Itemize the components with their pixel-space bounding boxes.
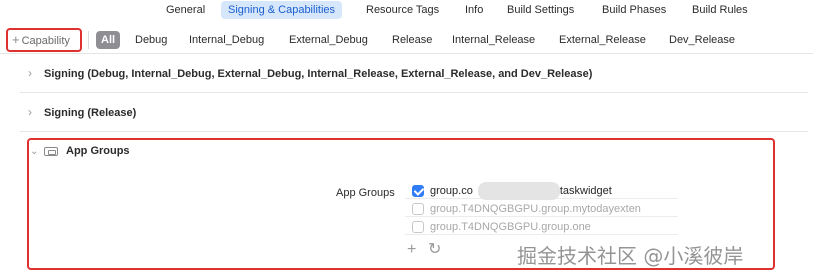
app-groups-icon <box>44 147 58 156</box>
filter-external-debug[interactable]: External_Debug <box>289 33 368 47</box>
tab-signing-capabilities[interactable]: Signing & Capabilities <box>221 1 343 19</box>
watermark: 掘金技术社区 @小溪彼岸 <box>517 244 744 268</box>
configuration-filter-bar: + Capability All Debug Internal_Debug Ext… <box>0 26 813 54</box>
filter-internal-release[interactable]: Internal_Release <box>452 33 535 47</box>
filter-external-release[interactable]: External_Release <box>559 33 646 47</box>
app-groups-field-label: App Groups <box>336 187 395 199</box>
section-title: Signing (Release) <box>44 107 137 119</box>
filter-debug[interactable]: Debug <box>135 33 167 47</box>
group-id: group.T4DNQGBGPU.group.one <box>430 221 591 233</box>
checkbox[interactable] <box>412 221 424 233</box>
editor-tab-bar: General Signing & Capabilities Resource … <box>0 0 813 20</box>
refresh-icon[interactable]: ↻ <box>428 241 441 259</box>
filter-release[interactable]: Release <box>392 33 432 47</box>
redaction-blur <box>478 182 560 200</box>
tab-info[interactable]: Info <box>465 1 483 19</box>
filter-dev-release[interactable]: Dev_Release <box>669 33 735 47</box>
tab-build-phases[interactable]: Build Phases <box>602 1 666 19</box>
filter-internal-debug[interactable]: Internal_Debug <box>189 33 264 47</box>
tab-resource-tags[interactable]: Resource Tags <box>366 1 439 19</box>
tab-general[interactable]: General <box>166 1 205 19</box>
plus-icon: + <box>12 32 20 47</box>
add-group-button[interactable]: + <box>407 241 416 259</box>
section-signing-all-configs[interactable]: › Signing (Debug, Internal_Debug, Extern… <box>20 56 808 93</box>
chevron-right-icon: › <box>28 66 32 80</box>
tab-build-rules[interactable]: Build Rules <box>692 1 748 19</box>
section-title: Signing (Debug, Internal_Debug, External… <box>44 68 593 80</box>
app-groups-title: App Groups <box>66 145 130 157</box>
chevron-right-icon: › <box>28 105 32 119</box>
filter-all[interactable]: All <box>96 31 121 49</box>
add-capability-button[interactable]: + Capability <box>6 28 82 52</box>
group-id-prefix: group.co <box>430 185 473 197</box>
section-signing-release[interactable]: › Signing (Release) <box>20 95 808 132</box>
group-id: group.T4DNQGBGPU.group.mytodayexten <box>430 203 641 215</box>
chevron-down-icon[interactable]: ⌄ <box>30 146 38 157</box>
group-id-suffix: .taskwidget <box>556 185 612 197</box>
checkbox[interactable] <box>412 203 424 215</box>
divider <box>88 31 89 49</box>
tab-build-settings[interactable]: Build Settings <box>507 1 574 19</box>
checkbox[interactable] <box>412 185 424 197</box>
list-item: group.T4DNQGBGPU.group.mytodayexten <box>405 200 678 217</box>
add-capability-label: Capability <box>21 35 70 47</box>
list-item: group.T4DNQGBGPU.group.one <box>405 218 678 235</box>
